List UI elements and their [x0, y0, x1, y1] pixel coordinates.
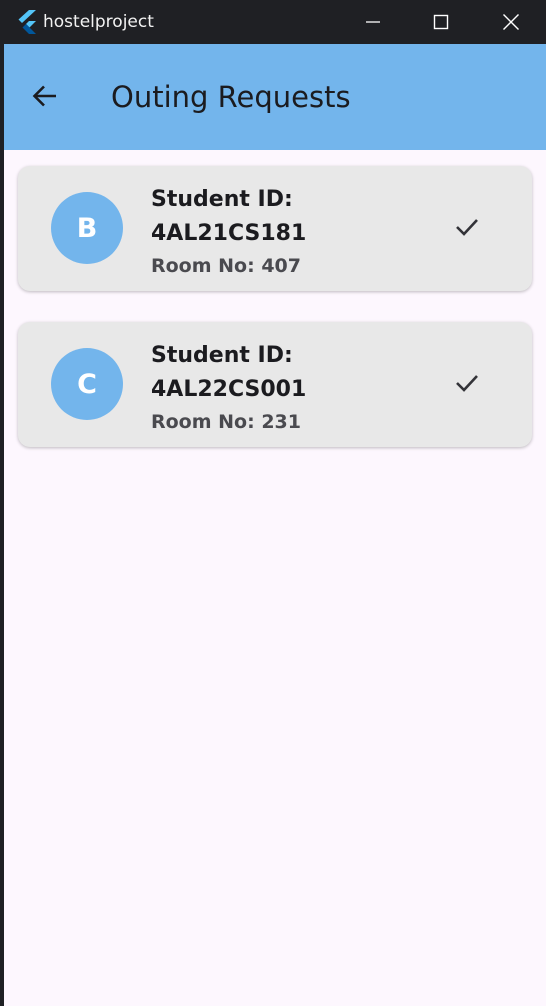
avatar-initial: C — [77, 368, 97, 400]
student-id-value: 4AL22CS001 — [151, 377, 307, 402]
app-bar: Outing Requests — [4, 44, 546, 150]
student-id-value: 4AL21CS181 — [151, 221, 307, 246]
check-icon[interactable] — [448, 368, 484, 398]
avatar-initial: B — [76, 212, 98, 244]
room-number: Room No: 407 — [151, 255, 301, 277]
window-titlebar[interactable]: hostelproject — [4, 0, 546, 44]
request-details: Student ID: 4AL21CS181 Room No: 407 — [151, 183, 306, 281]
request-card[interactable]: C Student ID: 4AL22CS001 Room No: 231 — [18, 322, 532, 447]
minimize-button[interactable] — [350, 0, 396, 44]
close-button[interactable] — [488, 0, 534, 44]
avatar: C — [51, 348, 123, 420]
arrow-back-icon — [32, 85, 56, 107]
room-number: Room No: 231 — [151, 411, 301, 433]
student-id-label: Student ID: — [151, 343, 293, 368]
student-id-label: Student ID: — [151, 187, 293, 212]
minimize-icon — [366, 21, 380, 23]
window-title: hostelproject — [43, 12, 154, 32]
back-button[interactable] — [24, 75, 66, 117]
page-title: Outing Requests — [111, 80, 351, 114]
check-icon[interactable] — [448, 212, 484, 242]
maximize-icon — [433, 14, 449, 30]
flutter-logo-icon — [18, 10, 36, 34]
request-card[interactable]: B Student ID: 4AL21CS181 Room No: 407 — [18, 166, 532, 291]
app-window: hostelproject Outing Requests B Student … — [4, 0, 546, 1006]
maximize-button[interactable] — [418, 0, 464, 44]
outing-request-list: B Student ID: 4AL21CS181 Room No: 407 C … — [18, 166, 532, 478]
avatar: B — [51, 192, 123, 264]
close-icon — [503, 14, 519, 30]
request-details: Student ID: 4AL22CS001 Room No: 231 — [151, 339, 306, 437]
